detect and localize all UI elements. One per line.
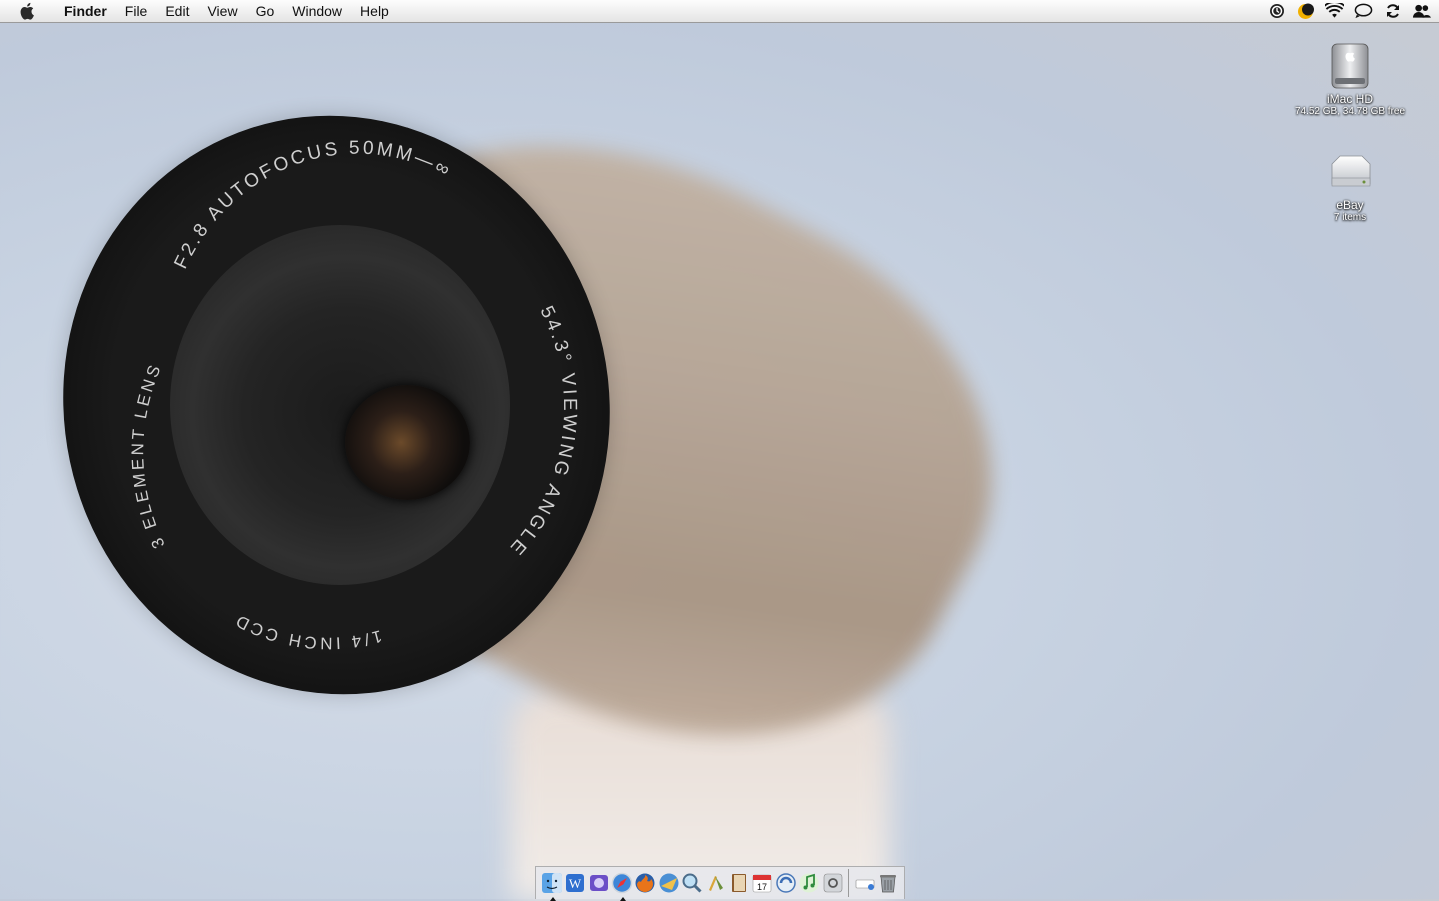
running-indicator bbox=[549, 897, 556, 901]
safari-icon[interactable] bbox=[611, 871, 633, 901]
battery-moon-icon[interactable] bbox=[1296, 2, 1315, 21]
system-preferences-icon[interactable] bbox=[821, 871, 843, 895]
ical-day: 17 bbox=[757, 882, 767, 892]
word-icon[interactable]: W bbox=[564, 871, 586, 895]
itunes-music-icon[interactable] bbox=[798, 871, 820, 895]
sync-icon[interactable] bbox=[1383, 2, 1402, 21]
menu-go[interactable]: Go bbox=[247, 0, 284, 22]
apple-logo-icon[interactable] bbox=[19, 2, 37, 20]
dock: W 17 bbox=[535, 866, 905, 901]
lens-text-bottom: 1/4 INCH CCD bbox=[230, 610, 384, 653]
time-machine-icon[interactable] bbox=[1267, 2, 1286, 21]
desktop-icon-label: eBay bbox=[1336, 198, 1364, 212]
running-indicator bbox=[619, 897, 626, 901]
itunes-icon[interactable] bbox=[775, 871, 797, 895]
menu-help[interactable]: Help bbox=[351, 0, 398, 22]
menu-extras bbox=[1267, 0, 1431, 22]
desktop-icon-label: iMac HD bbox=[1326, 92, 1373, 106]
menu-file[interactable]: File bbox=[116, 0, 157, 22]
hard-drive-icon bbox=[1328, 42, 1372, 90]
preview-icon[interactable] bbox=[681, 871, 703, 895]
documents-stack-icon[interactable] bbox=[854, 871, 876, 895]
entourage-icon[interactable] bbox=[587, 871, 609, 895]
menu-view[interactable]: View bbox=[198, 0, 246, 22]
menu-app-finder[interactable]: Finder bbox=[55, 0, 116, 22]
desktop-icon-ebay[interactable]: eBay 7 items bbox=[1275, 152, 1425, 224]
lens-text-top: F2.8 AUTOFOCUS 50MM—∞ bbox=[170, 138, 455, 273]
mail-icon[interactable] bbox=[658, 871, 680, 895]
address-book-icon[interactable] bbox=[728, 871, 750, 895]
wifi-icon[interactable] bbox=[1325, 2, 1344, 21]
lens-text-right: 54.3° VIEWING ANGLE bbox=[504, 303, 580, 561]
menu-window[interactable]: Window bbox=[283, 0, 351, 22]
disk-image-icon bbox=[1326, 152, 1374, 196]
script-icon[interactable] bbox=[704, 871, 726, 895]
lens-engraving: F2.8 AUTOFOCUS 50MM—∞ 54.3° VIEWING ANGL… bbox=[128, 138, 580, 653]
lens-text-left: 3 ELEMENT LENS bbox=[128, 360, 168, 552]
menu-edit[interactable]: Edit bbox=[156, 0, 198, 22]
svg-text:W: W bbox=[569, 876, 582, 891]
firefox-icon[interactable] bbox=[634, 871, 656, 895]
menu-bar: Finder File Edit View Go Window Help bbox=[0, 0, 1439, 23]
dock-separator bbox=[848, 869, 850, 897]
desktop-icon-info: 7 items bbox=[1333, 212, 1367, 223]
desktop-icon-imac-hd[interactable]: iMac HD 74.52 GB, 34.78 GB free bbox=[1275, 42, 1425, 118]
desktop-icon-info: 74.52 GB, 34.78 GB free bbox=[1294, 106, 1406, 117]
finder-icon[interactable] bbox=[541, 871, 563, 901]
ical-icon[interactable]: 17 bbox=[751, 871, 773, 895]
trash-icon[interactable] bbox=[877, 871, 899, 895]
ichat-icon[interactable] bbox=[1354, 2, 1373, 21]
user-icon[interactable] bbox=[1412, 2, 1431, 21]
